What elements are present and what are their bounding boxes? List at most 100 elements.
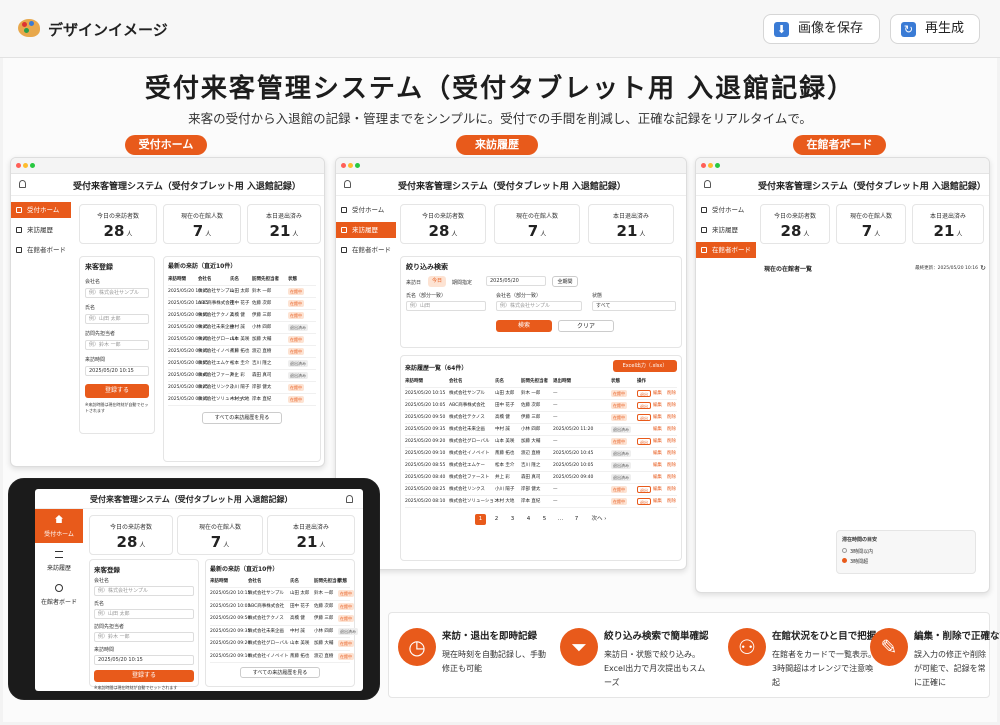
table-row[interactable]: 2025/05/20 09:20 株式会社グローバル 山本 美咲 加藤 大輔 在館中 <box>168 334 316 346</box>
nav-home[interactable]: 受付ホーム <box>11 202 71 218</box>
time-input[interactable]: 2025/05/20 10:15 <box>94 655 194 665</box>
table-row[interactable]: 2025/05/20 08:55 株式会社エムケー 松本 圭介 吉川 隆之 2025/0… <box>405 460 677 472</box>
name-input[interactable]: 例）山田 太郎 <box>94 609 194 619</box>
table-row[interactable]: 2025/05/20 10:15 株式会社サンプル 山田 太郎 鈴木 一郎 — 在館中 退出… <box>405 388 677 400</box>
refresh-icon[interactable]: ↻ <box>980 264 986 272</box>
status-select[interactable]: すべて <box>592 301 676 311</box>
table-row[interactable]: 2025/05/20 08:25 株式会社リンクス 小川 陽子 岸部 健太 在館中 <box>168 382 316 394</box>
delete-link[interactable]: 削除 <box>667 484 676 496</box>
save-image-button[interactable]: ⬇ 画像を保存 <box>763 14 880 44</box>
page-button[interactable]: 次へ › <box>587 514 611 525</box>
delete-link[interactable]: 削除 <box>667 448 676 460</box>
table-row[interactable]: 2025/05/20 10:15 株式会社サンプル 山田 太郎 鈴木 一郎 在館中 <box>168 286 316 298</box>
nav-home[interactable]: 受付ホーム <box>35 509 83 543</box>
table-row[interactable]: 2025/05/20 09:20 株式会社グローバル 山本 美咲 加藤 大輔 在館中 <box>210 638 354 651</box>
table-row[interactable]: 2025/05/20 09:35 株式会社未来企画 中村 誠 小林 四郎 2025/05… <box>405 424 677 436</box>
time-input[interactable]: 2025/05/20 10:15 <box>85 366 149 376</box>
table-row[interactable]: 2025/05/20 08:25 株式会社リンクス 小川 陽子 岸部 健太 — 在館中 退出… <box>405 484 677 496</box>
edit-link[interactable]: 編集 <box>653 400 662 412</box>
page-button[interactable]: 2 <box>491 514 502 525</box>
range-label[interactable]: 期間指定 <box>452 279 472 286</box>
table-row[interactable]: 2025/05/20 09:10 株式会社イノベイト 斎藤 拓也 渡辺 直樹 2025/… <box>405 448 677 460</box>
delete-link[interactable]: 削除 <box>667 436 676 448</box>
edit-link[interactable]: 編集 <box>653 496 662 508</box>
nav-home[interactable]: 受付ホーム <box>336 202 396 218</box>
edit-link[interactable]: 編集 <box>653 436 662 448</box>
exit-button[interactable]: 退出 <box>637 486 651 493</box>
page-button[interactable]: 5 <box>539 514 550 525</box>
company-filter-input[interactable]: 例）株式会社サンプル <box>496 301 582 311</box>
delete-link[interactable]: 削除 <box>667 424 676 436</box>
table-row[interactable]: 2025/05/20 10:05 ABC商事株式会社 田中 花子 佐藤 次郎 在館中 <box>210 601 354 613</box>
table-row[interactable]: 2025/05/20 08:10 株式会社ソリューション 木村 大地 岸本 直紀 — 在館… <box>405 496 677 508</box>
name-input[interactable]: 例）山田 太郎 <box>85 314 149 324</box>
table-row[interactable]: 2025/05/20 10:05 ABC商事株式会社 田中 花子 佐藤 次郎 — 在館中 退… <box>405 400 677 412</box>
table-row[interactable]: 2025/05/20 10:15 株式会社サンプル 山田 太郎 鈴木 一郎 在館中 <box>210 588 354 601</box>
host-input[interactable]: 例）鈴木 一郎 <box>94 632 194 642</box>
name-filter-input[interactable]: 例）山田 <box>406 301 486 311</box>
table-row[interactable]: 2025/05/20 09:20 株式会社グローバル 山本 美咲 加藤 大輔 — 在館中 退… <box>405 436 677 448</box>
nav-history[interactable]: 来訪履歴 <box>11 222 71 238</box>
excel-export-button[interactable]: Excel出力（.xlsx） <box>613 360 677 372</box>
date-input[interactable]: 2025/05/20 <box>486 276 546 286</box>
table-row[interactable]: 2025/05/20 09:35 株式会社未来企画 中村 誠小林 四郎 退出済み <box>168 322 316 334</box>
page-button[interactable]: 3 <box>507 514 518 525</box>
nav-history[interactable]: 来訪履歴 <box>336 222 396 238</box>
edit-link[interactable]: 編集 <box>653 412 662 424</box>
view-all-button[interactable]: すべての来訪履歴を見る <box>202 412 282 424</box>
company-input[interactable]: 例）株式会社サンプル <box>94 586 194 596</box>
view-all-button[interactable]: すべての来訪履歴を見る <box>240 667 320 678</box>
edit-link[interactable]: 編集 <box>653 460 662 472</box>
delete-link[interactable]: 削除 <box>667 496 676 508</box>
search-button[interactable]: 検索 <box>496 320 552 332</box>
table-row[interactable]: 2025/05/20 09:50 株式会社テクノス 高橋 健伊藤 三郎 在館中 <box>210 613 354 626</box>
regenerate-button[interactable]: ↻ 再生成 <box>890 14 980 44</box>
bell-icon[interactable] <box>344 180 351 188</box>
table-row[interactable]: 2025/05/20 09:10 株式会社イノベイト 斎藤 拓也 渡辺 直樹 在館中 <box>210 651 354 663</box>
table-row[interactable]: 2025/05/20 09:50 株式会社テクノス 高橋 健 伊藤 三郎 — 在館中 退出編… <box>405 412 677 424</box>
nav-board[interactable]: 在館者ボード <box>696 242 756 258</box>
delete-link[interactable]: 削除 <box>667 472 676 484</box>
table-row[interactable]: 2025/05/20 08:40 株式会社ファースト 井上 彩 森田 真司 2025/0… <box>405 472 677 484</box>
delete-link[interactable]: 削除 <box>667 400 676 412</box>
all-period-button[interactable]: 全期間 <box>552 276 578 287</box>
page-button[interactable]: 4 <box>523 514 534 525</box>
page-button[interactable]: … <box>555 514 566 525</box>
exit-button[interactable]: 退出 <box>637 438 651 445</box>
delete-link[interactable]: 削除 <box>667 460 676 472</box>
company-input[interactable]: 例）株式会社サンプル <box>85 288 149 298</box>
edit-link[interactable]: 編集 <box>653 484 662 496</box>
today-button[interactable]: 今日 <box>428 276 446 287</box>
exit-button[interactable]: 退出 <box>637 390 651 397</box>
bell-icon[interactable] <box>19 180 26 188</box>
table-row[interactable]: 2025/05/20 08:40 株式会社ファースト 井上 彩森田 真司 退出済み <box>168 370 316 382</box>
page-button[interactable]: 7 <box>571 514 582 525</box>
delete-link[interactable]: 削除 <box>667 388 676 400</box>
nav-board[interactable]: 在館者ボード <box>35 577 83 611</box>
nav-history[interactable]: 来訪履歴 <box>35 543 83 577</box>
nav-board[interactable]: 在館者ボード <box>11 242 71 258</box>
table-row[interactable]: 2025/05/20 08:55 株式会社エムケー 松本 圭介 吉川 隆之 退出済み <box>168 358 316 370</box>
table-row[interactable]: 2025/05/20 09:35 株式会社未来企画 中村 誠小林 四郎 退出済み <box>210 626 358 638</box>
table-row[interactable]: 2025/05/20 09:50 株式会社テクノス 高橋 健伊藤 三郎 在館中 <box>168 310 316 322</box>
nav-home[interactable]: 受付ホーム <box>696 202 756 218</box>
nav-history[interactable]: 来訪履歴 <box>696 222 756 238</box>
bell-icon[interactable] <box>346 495 353 503</box>
host-input[interactable]: 例）鈴木 一郎 <box>85 340 149 350</box>
exit-button[interactable]: 退出 <box>637 414 651 421</box>
exit-button[interactable]: 退出 <box>637 498 651 505</box>
nav-board[interactable]: 在館者ボード <box>336 242 396 258</box>
table-row[interactable]: 2025/05/20 10:05 ABC商事株式会社 田中 花子 佐藤 次郎 在館中 <box>168 298 316 310</box>
edit-link[interactable]: 編集 <box>653 448 662 460</box>
page-button[interactable]: 1 <box>475 514 486 525</box>
table-row[interactable]: 2025/05/20 09:10 株式会社イノベイト 斎藤 拓也 渡辺 直樹 在館中 <box>168 346 316 358</box>
exit-button[interactable]: 退出 <box>637 402 651 409</box>
register-button[interactable]: 登録する <box>94 670 194 682</box>
register-button[interactable]: 登録する <box>85 384 149 398</box>
delete-link[interactable]: 削除 <box>667 412 676 424</box>
edit-link[interactable]: 編集 <box>653 472 662 484</box>
edit-link[interactable]: 編集 <box>653 388 662 400</box>
clear-button[interactable]: クリア <box>558 320 614 332</box>
table-row[interactable]: 2025/05/20 08:10 株式会社ソリューション 木村 大地 岸本 直紀 在館中 <box>168 394 316 406</box>
bell-icon[interactable] <box>704 180 711 188</box>
